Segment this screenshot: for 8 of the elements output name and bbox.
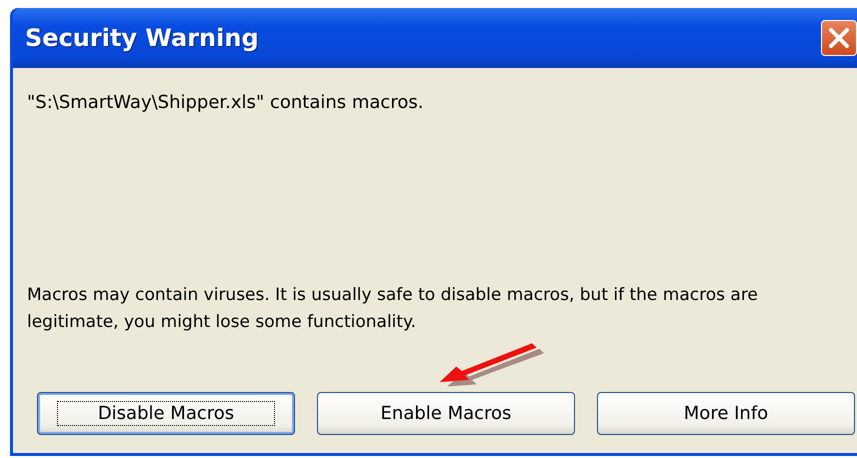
window-title: Security Warning	[25, 24, 259, 52]
message-text: "S:\SmartWay\Shipper.xls" contains macros.	[27, 92, 424, 113]
dialog-button[interactable]: More Info	[597, 392, 855, 435]
warning-text: Macros may contain viruses. It is usually safe to disable macros, but if the macros are legitimate, you might lose some functionality.	[27, 284, 759, 334]
close-button[interactable]	[821, 20, 857, 56]
dialog-button[interactable]: Enable Macros	[317, 392, 575, 435]
dialog-button[interactable]: Disable Macros	[37, 392, 295, 435]
close-icon	[826, 25, 852, 51]
